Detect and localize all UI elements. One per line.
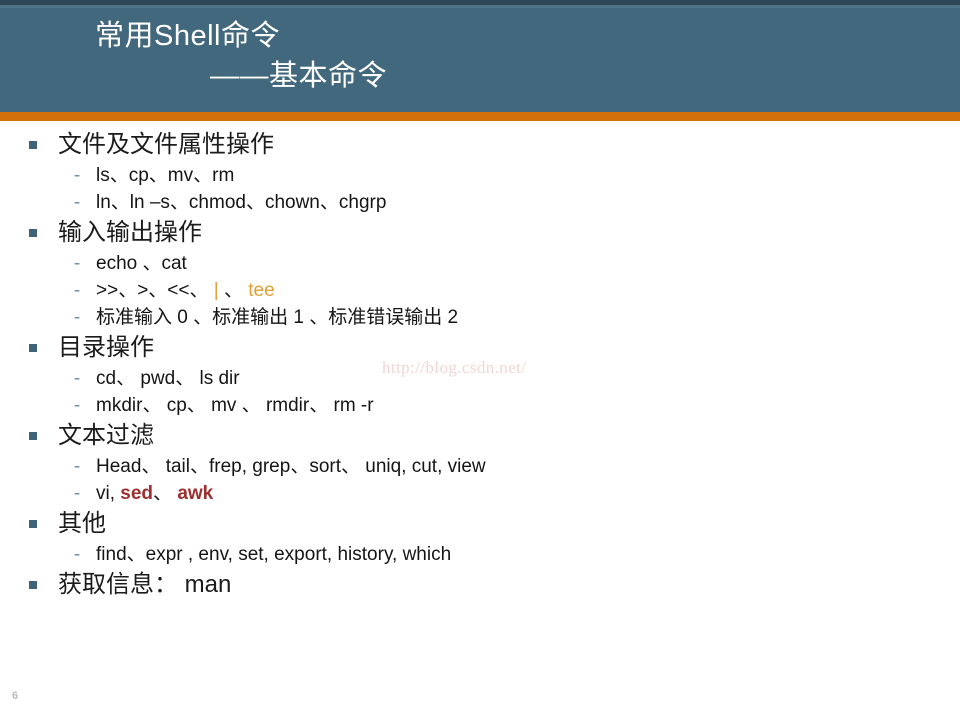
outline-subitem: - Head、 tail、frep, grep、sort、 uniq, cut, … bbox=[0, 453, 960, 480]
outline-group: 获取信息： man bbox=[0, 568, 960, 602]
header-highlight-line bbox=[0, 5, 960, 8]
outline-subitem: - vi, sed、 awk bbox=[0, 480, 960, 507]
accent-bar-shade bbox=[0, 121, 960, 123]
outline-subitem: - mkdir、 cp、 mv 、 rmdir、 rm -r bbox=[0, 392, 960, 419]
outline-heading-label: 获取信息： man bbox=[58, 571, 232, 598]
dash-bullet-icon: - bbox=[73, 307, 81, 328]
slide-title-block: 常用Shell命令 ——基本命令 bbox=[95, 16, 895, 96]
outline-subitem: - find、expr , env, set, export, history, … bbox=[0, 541, 960, 568]
outline-group: 文件及文件属性操作 - ls、cp、mv、rm - ln、ln –s、chmod、cho… bbox=[0, 128, 960, 216]
outline-subitem-label: Head、 tail、frep, grep、sort、 uniq, cut, v… bbox=[96, 456, 486, 477]
square-bullet-icon bbox=[29, 581, 37, 589]
outline-heading-label: 其他 bbox=[58, 510, 106, 537]
outline-subitem-label: cd、 pwd、 ls dir bbox=[96, 368, 240, 389]
outline-subitem: - ln、ln –s、chmod、chown、chgrp bbox=[0, 189, 960, 216]
outline-heading: 文本过滤 bbox=[0, 419, 960, 453]
outline-subitem-segment: vi, bbox=[96, 483, 121, 504]
square-bullet-icon bbox=[29, 520, 37, 528]
dash-bullet-icon: - bbox=[73, 456, 81, 477]
outline-subitem-segment: tee bbox=[243, 280, 275, 301]
dash-bullet-icon: - bbox=[73, 165, 81, 186]
outline-subitem-label: 标准输入 0 、标准输出 1 、标准错误输出 2 bbox=[96, 307, 459, 328]
outline-heading: 其他 bbox=[0, 507, 960, 541]
outline-group: 其他 - find、expr , env, set, export, history… bbox=[0, 507, 960, 568]
square-bullet-icon bbox=[29, 344, 37, 352]
outline-heading: 输入输出操作 bbox=[0, 216, 960, 250]
slide-number: 6 bbox=[12, 690, 19, 702]
outline-subitem: - ls、cp、mv、rm bbox=[0, 162, 960, 189]
outline-group: 文本过滤 - Head、 tail、frep, grep、sort、 uniq, c… bbox=[0, 419, 960, 507]
dash-bullet-icon: - bbox=[73, 395, 81, 416]
slide-title-subtitle: ——基本命令 bbox=[210, 60, 388, 92]
dash-bullet-icon: - bbox=[73, 368, 81, 389]
outline-subitem-label: echo 、cat bbox=[96, 253, 187, 274]
slide-title-primary: 常用Shell命令 bbox=[95, 20, 280, 52]
outline-subitem: - 标准输入 0 、标准输出 1 、标准错误输出 2 bbox=[0, 304, 960, 331]
outline-heading-label: 文件及文件属性操作 bbox=[58, 131, 274, 158]
accent-bar bbox=[0, 112, 960, 121]
dash-bullet-icon: - bbox=[73, 280, 81, 301]
outline-heading-label: 文本过滤 bbox=[58, 422, 154, 449]
outline-subitem-segment: sed bbox=[120, 483, 154, 504]
outline-subitem-label: mkdir、 cp、 mv 、 rmdir、 rm -r bbox=[96, 395, 374, 416]
outline-subitem-segment: >>、>、<<、 bbox=[96, 280, 209, 301]
outline-subitem-segment: awk bbox=[172, 483, 214, 504]
dash-bullet-icon: - bbox=[73, 253, 81, 274]
square-bullet-icon bbox=[29, 229, 37, 237]
outline-subitem-label: ln、ln –s、chmod、chown、chgrp bbox=[96, 192, 387, 213]
outline-subitem-label: find、expr , env, set, export, history, w… bbox=[96, 544, 452, 565]
outline-group: 输入输出操作 - echo 、cat - >>、>、<<、 | 、 tee - 标准输入 0… bbox=[0, 216, 960, 331]
outline-subitem-segment: 、 bbox=[153, 483, 173, 504]
outline-subitem: - >>、>、<<、 | 、 tee bbox=[0, 277, 960, 304]
slide-header: 常用Shell命令 ——基本命令 bbox=[0, 0, 960, 112]
watermark-text: http://blog.csdn.net/ bbox=[382, 358, 527, 377]
dash-bullet-icon: - bbox=[73, 544, 81, 565]
square-bullet-icon bbox=[29, 141, 37, 149]
outline-subitem-label: ls、cp、mv、rm bbox=[96, 165, 235, 186]
square-bullet-icon bbox=[29, 432, 37, 440]
outline-subitem: - echo 、cat bbox=[0, 250, 960, 277]
outline-subitem-segment: | bbox=[208, 280, 224, 301]
dash-bullet-icon: - bbox=[73, 483, 81, 504]
outline-heading: 获取信息： man bbox=[0, 568, 960, 602]
dash-bullet-icon: - bbox=[73, 192, 81, 213]
outline-heading-label: 输入输出操作 bbox=[58, 219, 202, 246]
outline-heading: 文件及文件属性操作 bbox=[0, 128, 960, 162]
outline-subitem-segment: 、 bbox=[223, 280, 243, 301]
outline-heading-label: 目录操作 bbox=[58, 334, 154, 361]
